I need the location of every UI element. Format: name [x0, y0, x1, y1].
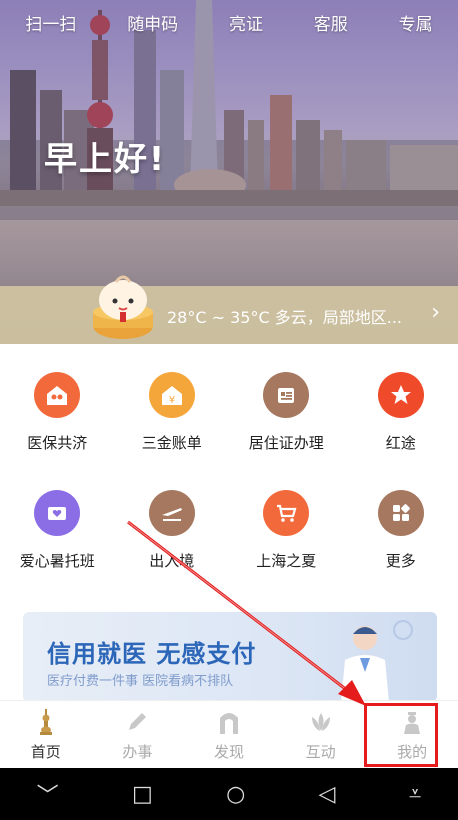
tab-label: 发现 — [213, 743, 244, 761]
dumpling-mascot-icon — [93, 275, 153, 339]
tab-label: 办事 — [122, 743, 153, 761]
credit-medical-banner[interactable]: 信用就医 无感支付 医疗付费一件事 医院看病不排队 — [23, 612, 437, 702]
recent-apps-icon[interactable]: □ — [132, 782, 153, 807]
service-label: 三金账单 — [141, 434, 202, 452]
pen-icon — [124, 709, 150, 735]
service-immigration[interactable]: 出入境 — [127, 490, 217, 608]
service-label: 红途 — [385, 434, 416, 452]
doctor-illustration — [341, 620, 413, 702]
service-red-route[interactable]: 红途 — [356, 372, 446, 490]
service-residence-permit[interactable]: 居住证办理 — [241, 372, 331, 490]
service-label: 上海之夏 — [256, 552, 317, 570]
service-shanghai-summer[interactable]: 上海之夏 — [241, 490, 331, 608]
service-more[interactable]: 更多 — [356, 490, 446, 608]
service-grid: 医保共济 ¥ 三金账单 居住证办理 红途 爱心暑托班 出入境 上海之夏 更多 — [0, 372, 458, 608]
home-circle-icon[interactable]: ○ — [226, 782, 245, 807]
service-label: 出入境 — [149, 552, 195, 570]
back-triangle-icon[interactable]: ◁ — [319, 782, 336, 807]
notification-pull-icon[interactable]: ⩡ — [409, 782, 421, 807]
hero-banner: 扫一扫 随申码 亮证 客服 专属 早上好! 28°C ~ 35°C 多云，局部地… — [0, 0, 458, 344]
health-code-button[interactable]: 随申码 — [127, 10, 178, 35]
more-grid-icon — [377, 490, 424, 536]
banner-subtitle: 医疗付费一件事 医院看病不排队 — [47, 674, 234, 689]
system-navigation-bar: ﹀ □ ○ ◁ ⩡ — [0, 768, 458, 820]
service-medical-insurance[interactable]: 医保共济 — [12, 372, 102, 490]
top-nav: 扫一扫 随申码 亮证 客服 专属 — [0, 0, 458, 44]
tab-services[interactable]: 办事 — [92, 701, 184, 769]
show-id-button[interactable]: 亮证 — [229, 10, 263, 35]
exclusive-button[interactable]: 专属 — [399, 10, 433, 35]
weather-bar[interactable]: 28°C ~ 35°C 多云，局部地区... › — [0, 286, 458, 344]
shopping-cart-icon — [263, 490, 310, 536]
tab-label: 互动 — [305, 743, 336, 761]
service-label: 爱心暑托班 — [19, 552, 95, 570]
scan-button[interactable]: 扫一扫 — [25, 10, 76, 35]
heart-card-icon — [34, 490, 81, 536]
home-tower-icon — [33, 709, 59, 735]
airplane-icon — [148, 490, 195, 536]
service-summer-care[interactable]: 爱心暑托班 — [12, 490, 102, 608]
collapse-icon[interactable]: ﹀ — [37, 778, 59, 810]
discover-arch-icon — [216, 709, 242, 735]
lotus-icon — [308, 709, 334, 735]
service-label: 居住证办理 — [248, 434, 324, 452]
weather-text: 28°C ~ 35°C 多云，局部地区... — [167, 308, 402, 327]
svg-text:¥: ¥ — [169, 395, 175, 406]
customer-service-button[interactable]: 客服 — [314, 10, 348, 35]
service-label: 医保共济 — [27, 434, 88, 452]
red-star-icon — [377, 372, 424, 418]
highlight-box — [364, 703, 438, 767]
medical-insurance-icon — [34, 372, 81, 418]
banner-title: 信用就医 无感支付 — [47, 640, 257, 668]
tab-label: 首页 — [30, 743, 61, 761]
tab-home[interactable]: 首页 — [0, 701, 92, 769]
service-label: 更多 — [385, 552, 416, 570]
yen-house-icon: ¥ — [148, 372, 195, 418]
greeting-text: 早上好! — [44, 139, 167, 178]
tab-discover[interactable]: 发现 — [183, 701, 275, 769]
tab-interact[interactable]: 互动 — [275, 701, 367, 769]
id-card-icon — [263, 372, 310, 418]
chevron-right-icon: › — [431, 300, 440, 325]
service-three-funds-bill[interactable]: ¥ 三金账单 — [127, 372, 217, 490]
